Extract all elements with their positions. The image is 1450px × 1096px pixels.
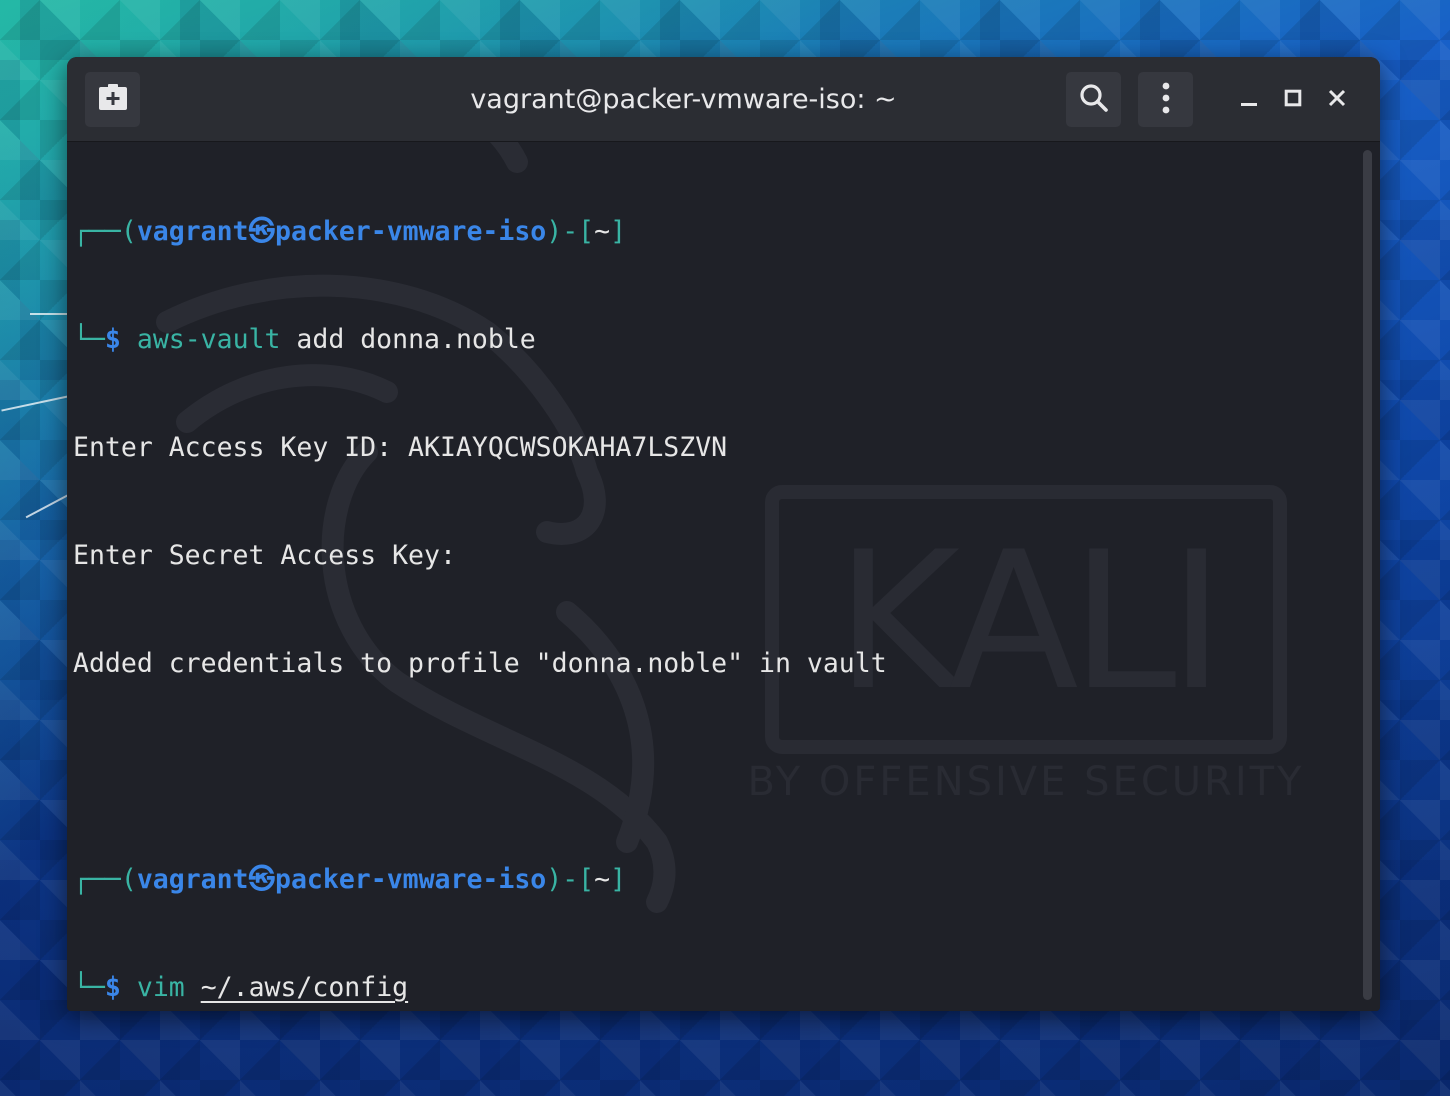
kebab-menu-icon	[1162, 82, 1170, 118]
prompt-line-1-command: └─$ aws-vault add donna.noble	[73, 322, 887, 358]
prompt-cwd: ~	[594, 864, 611, 895]
prompt-frame: └─	[73, 324, 105, 355]
command-name: aws-vault	[136, 324, 281, 355]
output-line: Enter Secret Access Key:	[73, 540, 456, 571]
prompt-frame: )-[	[546, 216, 595, 247]
prompt-frame: )-[	[546, 864, 595, 895]
terminal-area[interactable]: KALI BY OFFENSIVE SECURITY ┌──(vagrant㉿p…	[67, 142, 1380, 1011]
output-line: Added credentials to profile "donna.nobl…	[73, 648, 887, 679]
window-title: vagrant@packer-vmware-iso: ~	[470, 84, 897, 115]
prompt-user: vagrant	[136, 216, 249, 247]
terminal-scrollbar[interactable]	[1363, 150, 1372, 1000]
close-icon	[1328, 89, 1346, 111]
maximize-button[interactable]	[1276, 83, 1310, 117]
prompt-frame: ┌──(	[73, 864, 137, 895]
prompt-dollar: $	[104, 324, 121, 355]
wallpaper-streak	[30, 313, 70, 315]
prompt-line-2-command: └─$ vim ~/.aws/config	[73, 970, 887, 1006]
search-button[interactable]	[1066, 72, 1121, 127]
prompt-at-symbol: ㉿	[248, 216, 276, 247]
terminal-window: vagrant@packer-vmware-iso: ~ KALI BY OFF…	[67, 57, 1380, 1011]
minimize-icon	[1240, 89, 1258, 111]
command-args: add donna.noble	[280, 324, 536, 355]
prompt-host: packer-vmware-iso	[275, 216, 547, 247]
command-name: vim	[136, 972, 185, 1003]
command-path: ~/.aws/config	[200, 972, 409, 1003]
window-titlebar[interactable]: vagrant@packer-vmware-iso: ~	[67, 57, 1380, 142]
minimize-button[interactable]	[1232, 83, 1266, 117]
close-button[interactable]	[1320, 83, 1354, 117]
prompt-host: packer-vmware-iso	[275, 864, 547, 895]
output-line: Enter Access Key ID: AKIAYQCWSOKAHA7LSZV…	[73, 432, 728, 463]
prompt-user: vagrant	[136, 864, 249, 895]
search-icon	[1079, 83, 1109, 117]
prompt-frame: ]	[610, 216, 627, 247]
maximize-icon	[1284, 89, 1302, 111]
kali-logo-text: KALI	[835, 511, 1216, 732]
prompt-frame: ]	[610, 864, 627, 895]
new-tab-icon	[98, 83, 128, 116]
prompt-at-symbol: ㉿	[248, 864, 276, 895]
new-tab-button[interactable]	[85, 72, 140, 127]
prompt-frame: └─	[73, 972, 105, 1003]
prompt-frame: ┌──(	[73, 216, 137, 247]
prompt-dollar: $	[104, 972, 121, 1003]
terminal-output: ┌──(vagrant㉿packer-vmware-iso)-[~] └─$ a…	[73, 142, 887, 1011]
prompt-line-2-top: ┌──(vagrant㉿packer-vmware-iso)-[~]	[73, 862, 887, 898]
prompt-cwd: ~	[594, 216, 611, 247]
prompt-line-1-top: ┌──(vagrant㉿packer-vmware-iso)-[~]	[73, 214, 887, 250]
menu-button[interactable]	[1138, 72, 1193, 127]
command-space	[185, 972, 201, 1003]
